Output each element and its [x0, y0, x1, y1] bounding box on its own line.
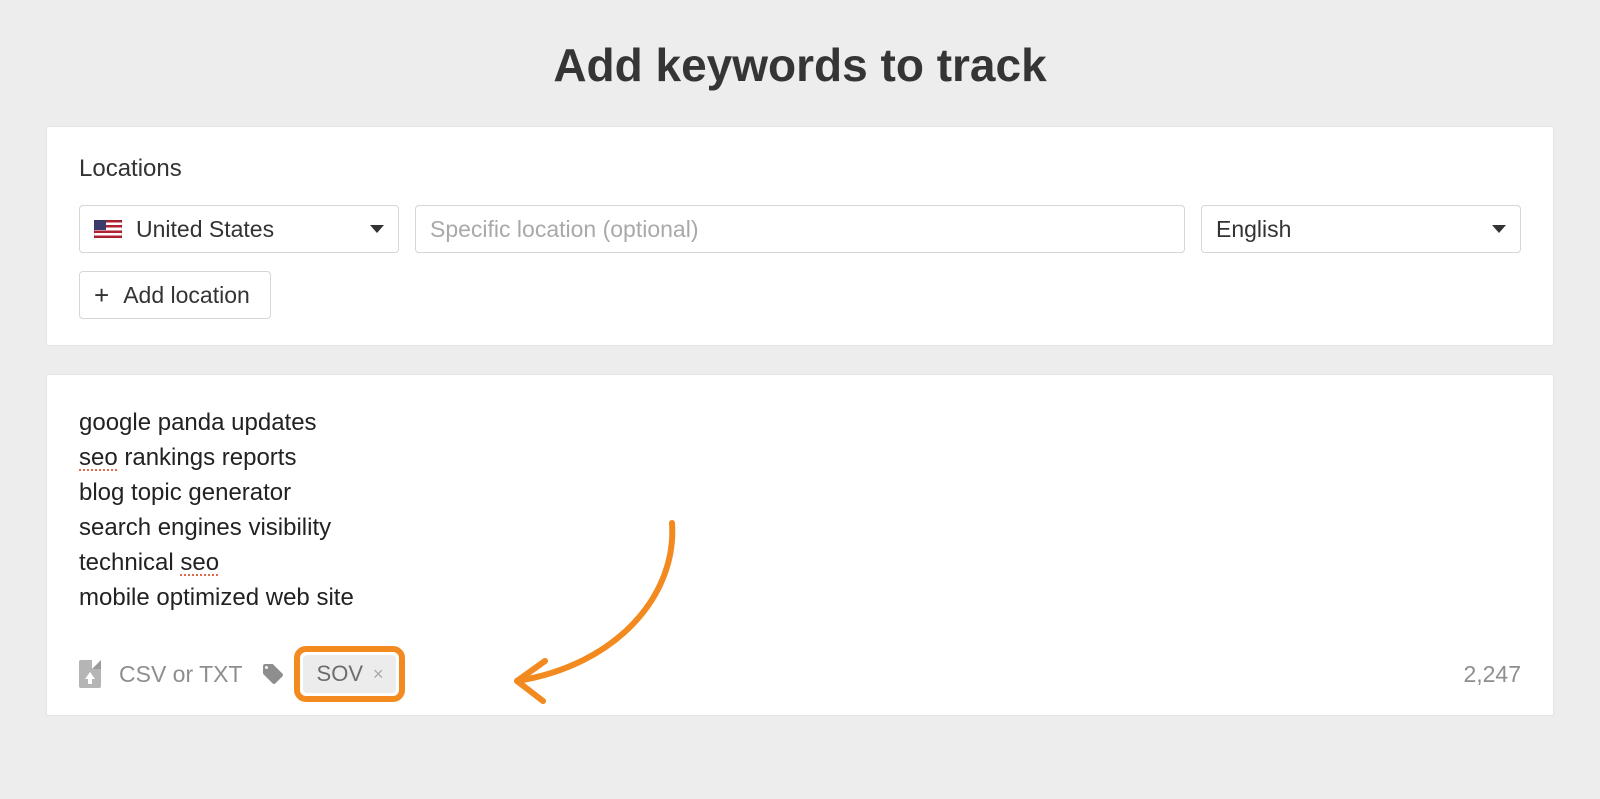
keywords-panel: google panda updatesseo rankings reports…	[46, 374, 1554, 716]
language-select[interactable]: English	[1201, 205, 1521, 253]
keyword-line: mobile optimized web site	[79, 580, 1521, 615]
tag-chip[interactable]: SOV ×	[303, 655, 396, 693]
page-title: Add keywords to track	[0, 0, 1600, 126]
specific-location-input[interactable]: Specific location (optional)	[415, 205, 1185, 253]
locations-row: United States Specific location (optiona…	[79, 205, 1521, 253]
plus-icon: +	[94, 282, 109, 308]
upload-label[interactable]: CSV or TXT	[119, 661, 243, 688]
flag-us-icon	[94, 220, 122, 238]
chevron-down-icon	[1492, 225, 1506, 233]
keyword-line: google panda updates	[79, 405, 1521, 440]
add-location-label: Add location	[123, 282, 250, 309]
keyword-line: seo rankings reports	[79, 440, 1521, 475]
keyword-line: search engines visibility	[79, 510, 1521, 545]
chevron-down-icon	[370, 225, 384, 233]
upload-file-icon[interactable]	[79, 660, 101, 688]
keyword-line: blog topic generator	[79, 475, 1521, 510]
tag-icon[interactable]	[261, 662, 285, 686]
char-counter: 2,247	[1463, 661, 1521, 688]
tag-remove-icon[interactable]: ×	[373, 664, 384, 685]
keyword-line: technical seo	[79, 545, 1521, 580]
locations-panel: Locations United States Specific locatio…	[46, 126, 1554, 346]
add-location-button[interactable]: + Add location	[79, 271, 271, 319]
keywords-footer: CSV or TXT SOV × 2,247	[79, 655, 1521, 693]
country-value: United States	[136, 216, 274, 243]
language-value: English	[1216, 216, 1291, 243]
country-select[interactable]: United States	[79, 205, 399, 253]
tag-chip-wrap: SOV ×	[303, 655, 396, 693]
keywords-textarea[interactable]: google panda updatesseo rankings reports…	[79, 405, 1521, 615]
tag-chip-label: SOV	[317, 661, 363, 687]
locations-label: Locations	[79, 155, 1521, 183]
